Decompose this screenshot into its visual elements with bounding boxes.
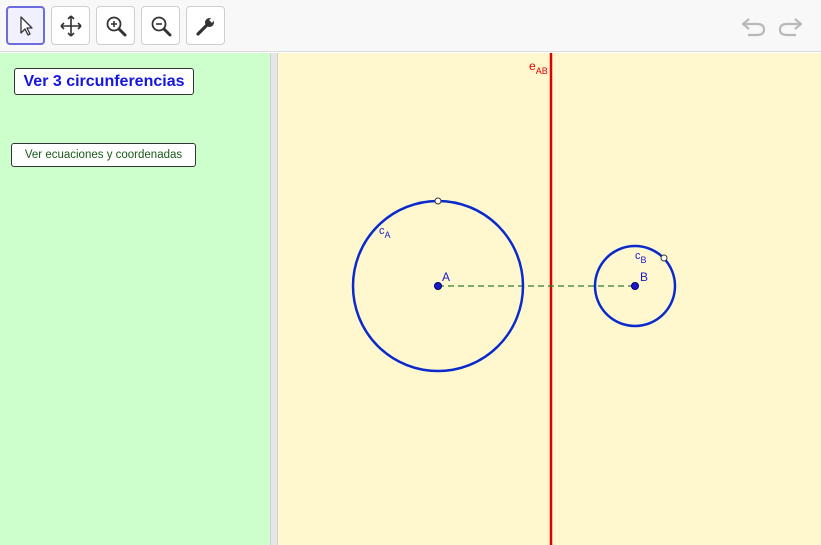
geogebra-app: Ver 3 circunferencias Ver ecuaciones y c… xyxy=(0,0,821,545)
undo-button[interactable] xyxy=(739,12,769,40)
undo-redo-group xyxy=(739,12,805,40)
redo-button[interactable] xyxy=(775,12,805,40)
panel-divider[interactable] xyxy=(270,53,278,545)
point-A-label: A xyxy=(442,270,450,284)
show-equations-button[interactable]: Ver ecuaciones y coordenadas xyxy=(11,143,196,167)
graphics-view[interactable]: eAB A B cA cB xyxy=(278,53,821,545)
graphics-svg: eAB A B cA cB xyxy=(351,53,677,545)
algebra-panel: Ver 3 circunferencias Ver ecuaciones y c… xyxy=(0,53,270,545)
zoom-out-button[interactable] xyxy=(141,6,180,45)
zoom-in-button[interactable] xyxy=(96,6,135,45)
move-tool-button[interactable] xyxy=(6,6,45,45)
four-way-arrows-icon xyxy=(59,14,82,37)
move-graphics-view-button[interactable] xyxy=(51,6,90,45)
line-label: eAB xyxy=(529,59,548,76)
zoom-in-icon xyxy=(106,16,126,36)
circle-cA-label: cA xyxy=(379,225,391,240)
wrench-icon xyxy=(195,16,215,36)
arrow-cursor-icon xyxy=(19,15,33,36)
redo-icon xyxy=(778,18,803,37)
point-B-label: B xyxy=(640,270,648,284)
circle-cB-point[interactable] xyxy=(660,254,668,262)
properties-button[interactable] xyxy=(186,6,225,45)
undo-icon xyxy=(741,18,766,37)
zoom-out-icon xyxy=(151,16,171,36)
show-three-circles-button[interactable]: Ver 3 circunferencias xyxy=(14,68,194,95)
point-B[interactable] xyxy=(631,282,639,290)
circle-cA-point[interactable] xyxy=(434,197,442,205)
toolbar xyxy=(0,0,821,52)
circle-cB-label: cB xyxy=(635,250,647,265)
point-A[interactable] xyxy=(434,282,442,290)
